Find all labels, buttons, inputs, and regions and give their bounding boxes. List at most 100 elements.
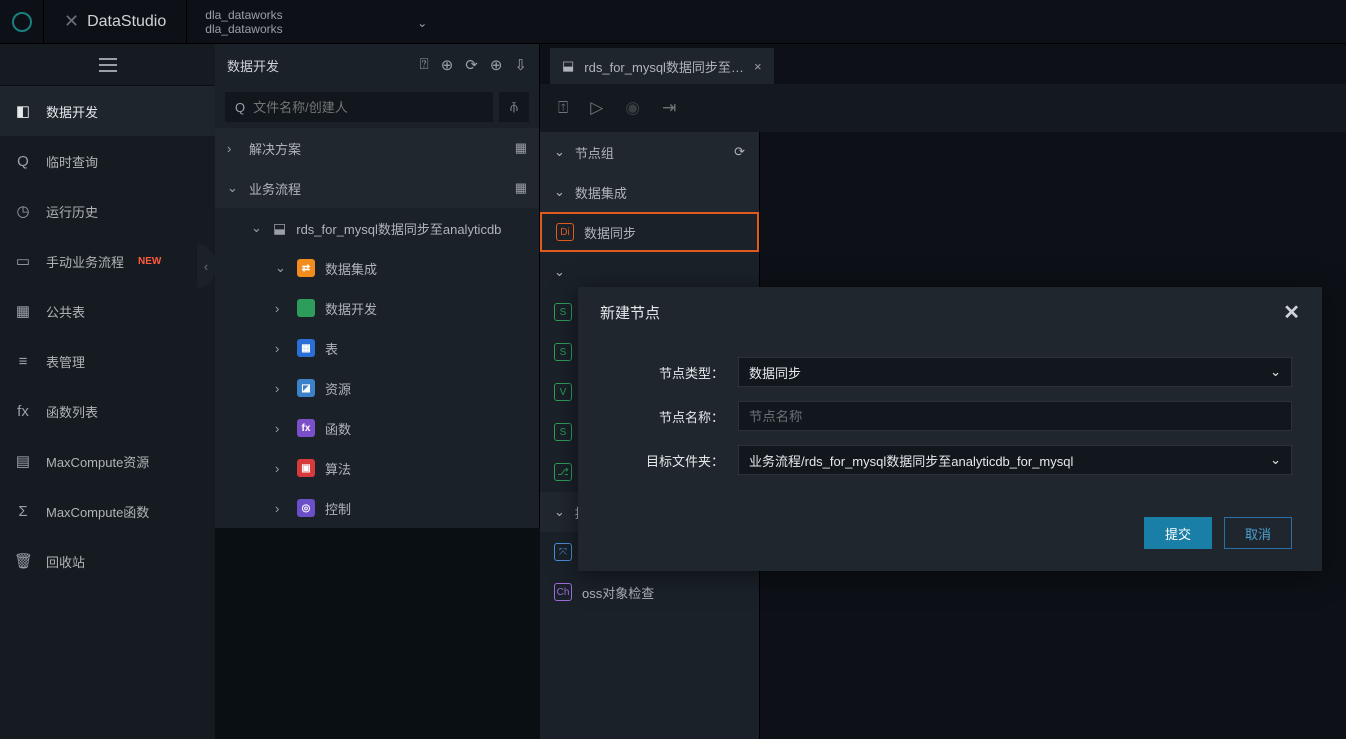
palette-section[interactable]: [540, 252, 759, 292]
group-label: 节点组: [575, 143, 614, 162]
nav-label: 运行历史: [46, 202, 98, 221]
menu-icon: [99, 58, 117, 72]
search-box[interactable]: Q: [225, 92, 493, 122]
section-label: 业务流程: [249, 179, 301, 198]
nav-item[interactable]: ▭手动业务流程NEW: [0, 236, 215, 286]
brand-label: DataStudio: [87, 13, 166, 31]
select-value: 数据同步: [749, 363, 801, 382]
section-flows[interactable]: 业务流程 ▦: [215, 168, 539, 208]
di-icon: Di: [556, 223, 574, 241]
target-folder-label: 目标文件夹：: [608, 451, 738, 470]
project-line1: dla_dataworks: [205, 8, 429, 22]
chevron-icon: [275, 461, 287, 476]
branch-icon: ⎇: [554, 463, 572, 481]
tree-node[interactable]: fx 函数: [263, 408, 539, 448]
sql-icon: V: [554, 383, 572, 401]
nav-icon: ◷: [14, 202, 32, 220]
tools-icon: ✕: [64, 11, 79, 32]
project-selector[interactable]: dla_dataworks dla_dataworks: [187, 0, 447, 44]
fullscreen-icon[interactable]: ⇥: [662, 98, 676, 118]
upload-icon[interactable]: ⍐: [558, 98, 568, 118]
chevron-icon: [275, 501, 287, 516]
palette-group-header[interactable]: 节点组 ⟳: [540, 132, 759, 172]
section-label: 数据集成: [575, 183, 627, 202]
node-type-select[interactable]: 数据同步: [738, 357, 1292, 387]
nav-item[interactable]: Q临时查询: [0, 136, 215, 186]
nav-icon: Σ: [14, 503, 32, 520]
nav-label: 回收站: [46, 552, 85, 571]
chevron-down-icon: [1270, 364, 1281, 380]
tab-active[interactable]: ⬓ rds_for_mysql数据同步至… ×: [550, 48, 774, 84]
nav-icon: ◧: [14, 102, 32, 120]
brand: ✕ DataStudio: [44, 0, 187, 44]
node-name-field[interactable]: [738, 401, 1292, 431]
locate-icon[interactable]: ⊕: [490, 56, 503, 74]
stop-icon[interactable]: ◉: [625, 98, 640, 118]
flow-icon: ⬓: [562, 58, 574, 74]
node-label: 资源: [325, 379, 351, 398]
node-label: 函数: [325, 419, 351, 438]
filter-button[interactable]: ⫚: [499, 92, 529, 122]
chevron-down-icon: [227, 180, 239, 196]
sql-icon: S: [554, 423, 572, 441]
node-label: 数据集成: [325, 259, 377, 278]
nav-item[interactable]: ≡表管理: [0, 336, 215, 386]
grid-icon[interactable]: ▦: [515, 180, 527, 196]
nav-item[interactable]: ◷ 运行历史: [0, 186, 215, 236]
tree-node[interactable]: ⇄数据集成: [263, 248, 539, 288]
node-name-label: 节点名称：: [608, 407, 738, 426]
submit-button[interactable]: 提交: [1144, 517, 1212, 549]
refresh-icon[interactable]: ⟳: [465, 56, 478, 74]
nav-icon: ▤: [14, 452, 32, 470]
nav-item[interactable]: ▦公共表: [0, 286, 215, 336]
chevron-down-icon: [554, 264, 565, 280]
new-file-icon[interactable]: ⊕: [441, 56, 454, 74]
palette-section[interactable]: 数据集成: [540, 172, 759, 212]
search-input[interactable]: [253, 100, 483, 115]
cancel-button[interactable]: 取消: [1224, 517, 1292, 549]
app-logo[interactable]: [0, 0, 44, 44]
palette-item[interactable]: Choss对象检查: [540, 572, 759, 612]
tree-node[interactable]: ◪资源: [263, 368, 539, 408]
sql-icon: S: [554, 303, 572, 321]
section-solutions[interactable]: 解决方案 ▦: [215, 128, 539, 168]
tree-node[interactable]: ▣算法: [263, 448, 539, 488]
flow-icon: ⬓: [273, 220, 286, 237]
close-icon[interactable]: ✕: [1283, 300, 1300, 325]
import-icon[interactable]: ⇩: [514, 56, 527, 74]
nav-item[interactable]: ΣMaxCompute函数: [0, 486, 215, 536]
nav-icon: Q: [14, 153, 32, 170]
tree-node[interactable]: ▦表: [263, 328, 539, 368]
nav-items: ◧数据开发Q临时查询◷运行历史▭手动业务流程NEW▦公共表≡表管理fx函数列表▤…: [0, 86, 215, 586]
node-label: 数据开发: [325, 299, 377, 318]
node-type-icon: fx: [297, 419, 315, 437]
flow-node[interactable]: ⬓ rds_for_mysql数据同步至analyticdb: [239, 208, 539, 248]
nav-item[interactable]: ◧ 数据开发: [0, 86, 215, 136]
nav-item[interactable]: fx函数列表: [0, 386, 215, 436]
nav-label: 手动业务流程: [46, 252, 124, 271]
search-icon: Q: [235, 100, 245, 115]
nav-label: 数据开发: [46, 102, 98, 121]
chevron-icon: [275, 260, 287, 276]
file-panel: 数据开发 ⍰ ⊕ ⟳ ⊕ ⇩ Q ⫚ 解决方案: [215, 44, 540, 528]
nav-icon: 🗑: [14, 552, 32, 570]
node-label: 表: [325, 339, 338, 358]
target-folder-select[interactable]: 业务流程/rds_for_mysql数据同步至analyticdb_for_my…: [738, 445, 1292, 475]
nav-item[interactable]: ▤MaxCompute资源: [0, 436, 215, 486]
run-icon[interactable]: ▷: [590, 98, 603, 118]
tree-node[interactable]: 数据开发: [263, 288, 539, 328]
section-label: 解决方案: [249, 139, 301, 158]
grid-icon[interactable]: ▦: [515, 140, 527, 156]
flow-name: rds_for_mysql数据同步至analyticdb: [296, 219, 527, 238]
nav-item[interactable]: 🗑 回收站: [0, 536, 215, 586]
close-icon[interactable]: ×: [754, 59, 762, 74]
node-type-label: 节点类型：: [608, 363, 738, 382]
user-add-icon[interactable]: ⍰: [420, 56, 429, 74]
nav-collapse[interactable]: [0, 44, 215, 86]
select-value: 业务流程/rds_for_mysql数据同步至analyticdb_for_my…: [749, 451, 1073, 470]
refresh-icon[interactable]: ⟳: [734, 144, 745, 160]
palette-item-selected[interactable]: Di 数据同步: [540, 212, 759, 252]
tree-node[interactable]: ◎控制: [263, 488, 539, 528]
editor-toolbar: ⍐ ▷ ◉ ⇥: [540, 84, 1346, 132]
node-name-input[interactable]: [749, 409, 1281, 424]
